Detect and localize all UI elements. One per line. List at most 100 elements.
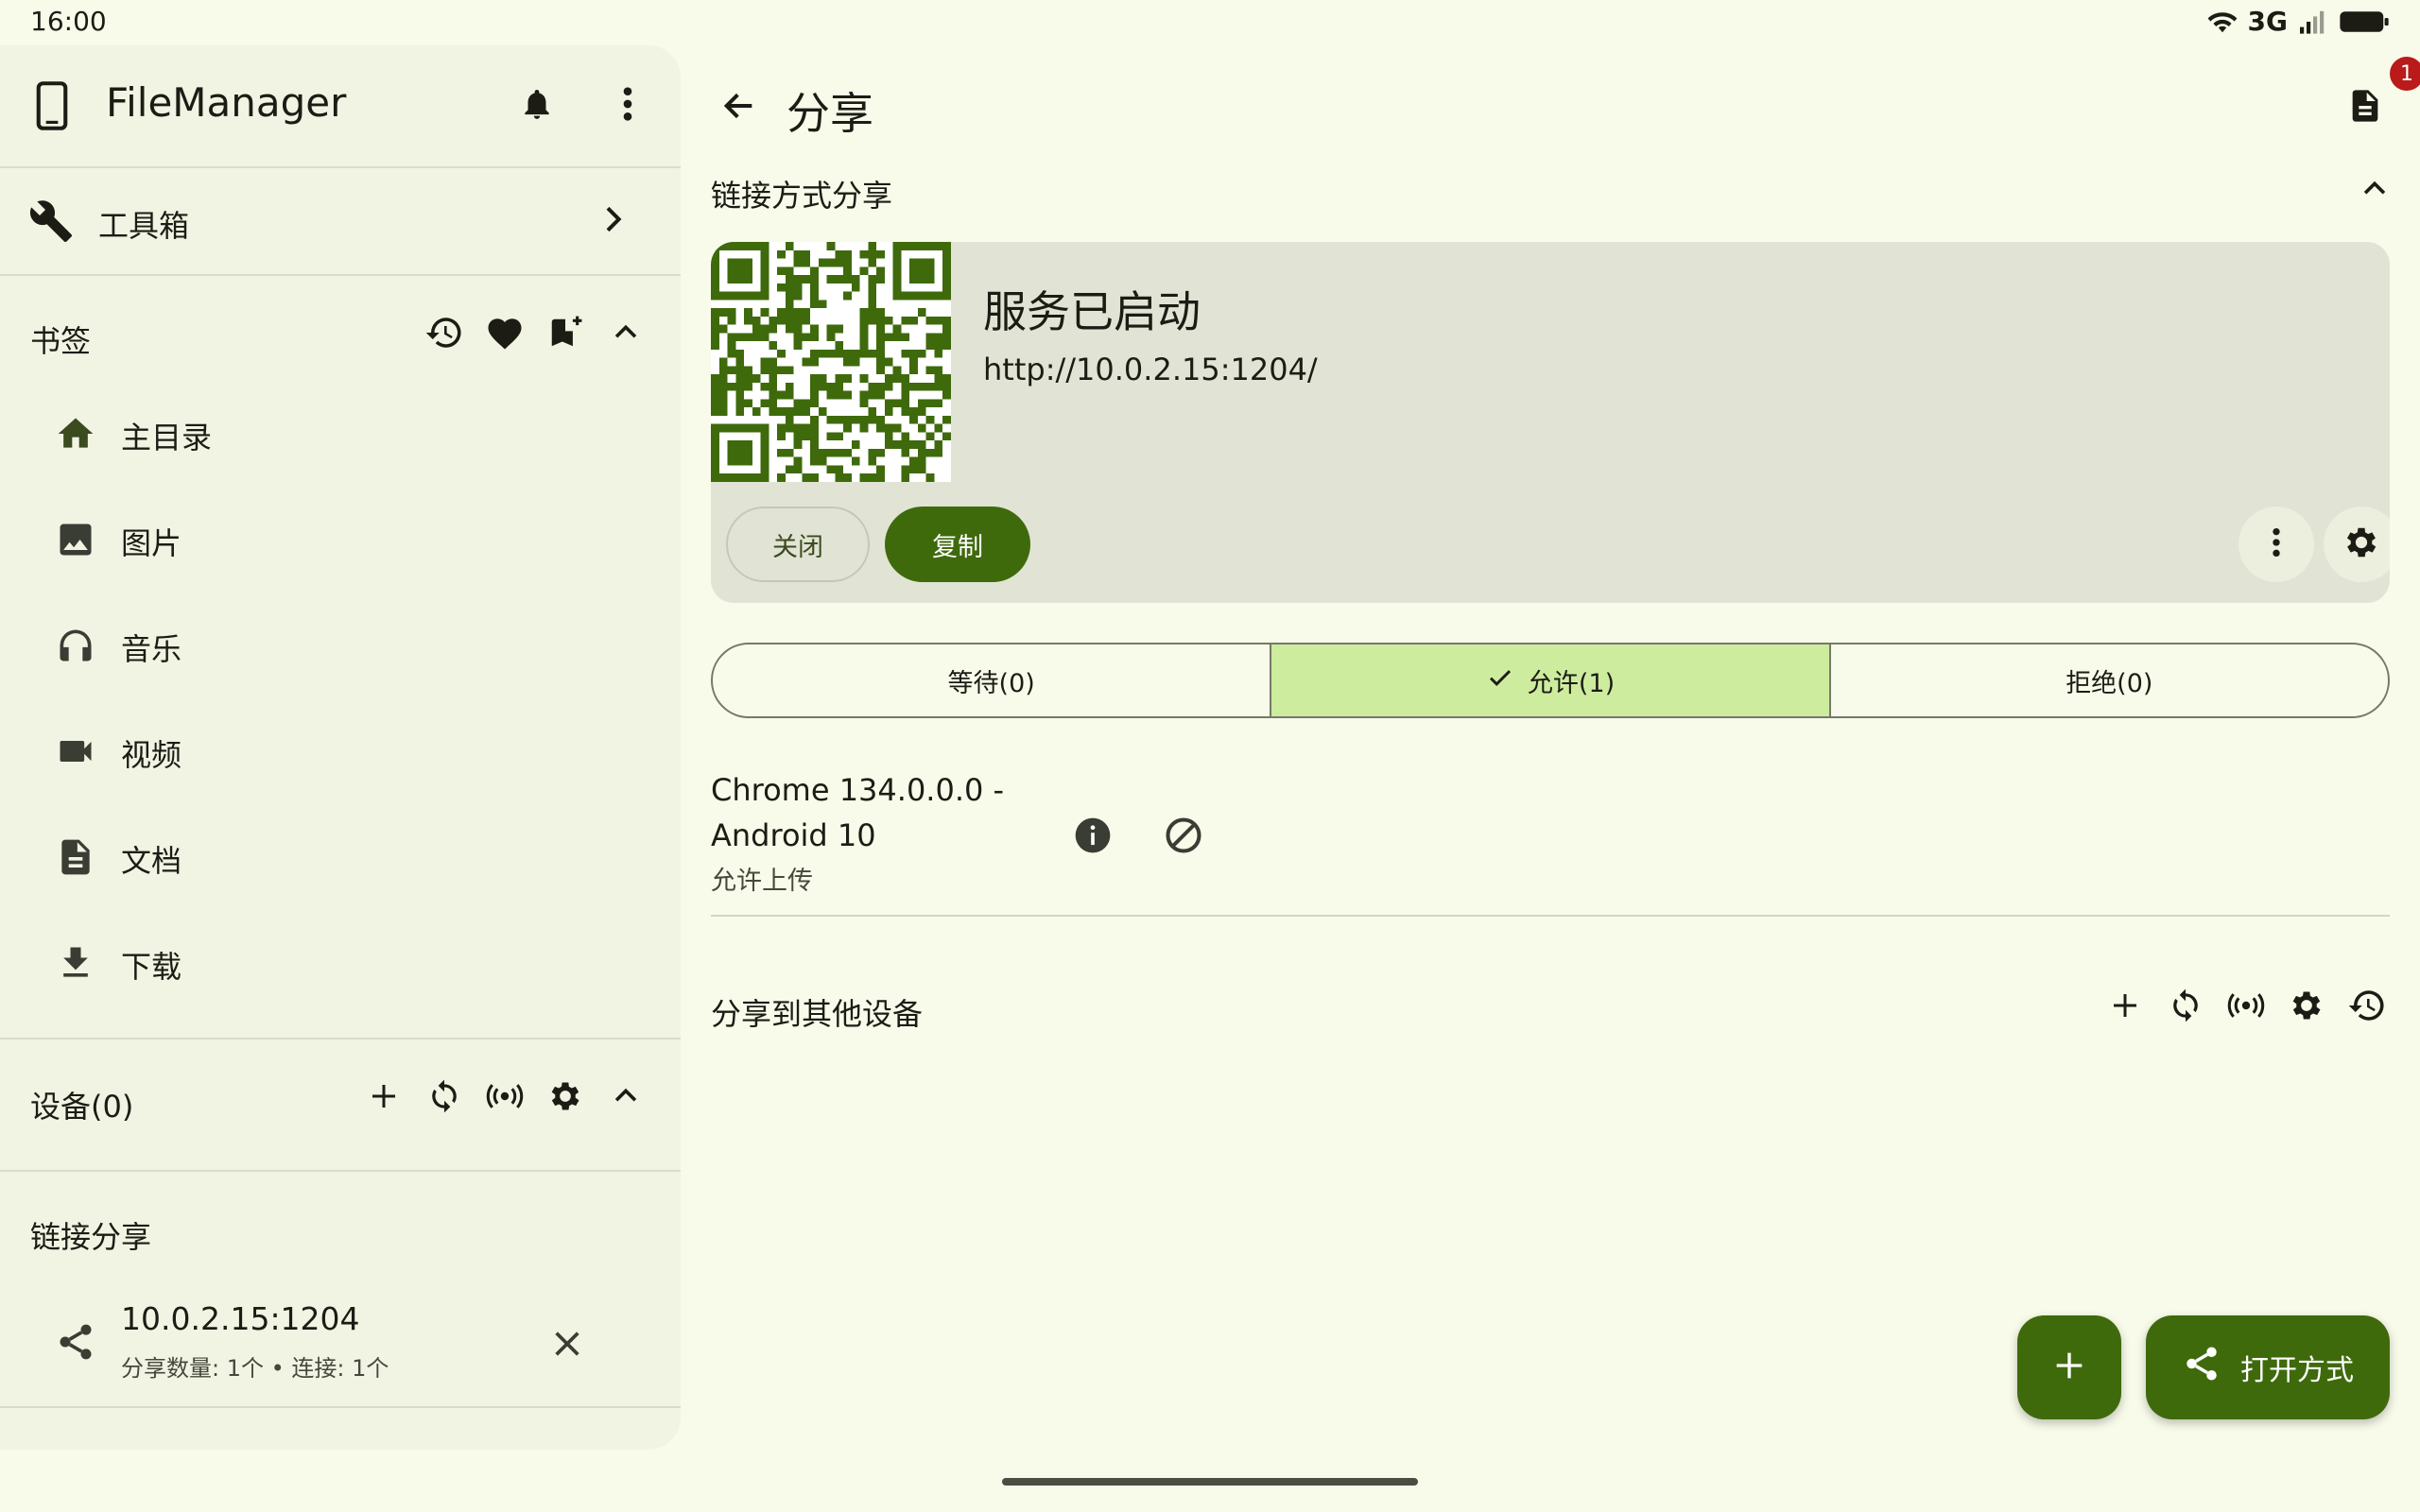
add-bookmark-button[interactable] — [537, 306, 594, 363]
share-status-card: 服务已启动 http://10.0.2.15:1204/ 关闭 复制 — [711, 242, 2390, 603]
broadcast-button[interactable] — [2218, 979, 2274, 1036]
close-service-button[interactable]: 关闭 — [726, 507, 870, 582]
notifications-button[interactable] — [509, 77, 565, 134]
download-icon — [55, 942, 96, 988]
card-more-button[interactable] — [2238, 507, 2314, 582]
devices-title: 设备(0) — [30, 1089, 134, 1125]
stop-link-share-button[interactable] — [539, 1317, 596, 1374]
more-vert-icon — [2272, 526, 2281, 562]
share-icon — [55, 1321, 96, 1366]
close-icon — [551, 1328, 583, 1364]
toolbox-row[interactable]: 工具箱 — [0, 168, 681, 274]
fab-label: 打开方式 — [2240, 1354, 2354, 1387]
tab-label: 拒绝(0) — [2066, 668, 2153, 698]
plus-icon — [367, 1079, 401, 1117]
bookmarks-actions — [416, 306, 654, 363]
bell-icon — [519, 84, 555, 128]
link-share-title: 链接分享 — [30, 1219, 152, 1255]
log-button[interactable] — [2337, 79, 2394, 136]
drawer-header: FileManager — [0, 45, 681, 166]
gesture-bar — [1002, 1478, 1418, 1486]
collapse-bookmarks-button[interactable] — [597, 306, 654, 363]
history-button[interactable] — [416, 306, 473, 363]
collapse-link-share-button[interactable] — [2346, 163, 2403, 219]
plus-icon — [2108, 988, 2142, 1026]
card-settings-button[interactable] — [2324, 507, 2390, 582]
gear-icon — [546, 1077, 584, 1119]
nav-item-label: 音乐 — [121, 631, 182, 667]
copy-url-button[interactable]: 复制 — [885, 507, 1030, 582]
nav-item-downloads[interactable]: 下载 — [23, 911, 658, 1015]
home-icon — [55, 413, 96, 458]
network-type: 3G — [2247, 6, 2288, 37]
device-settings-button[interactable] — [2278, 979, 2335, 1036]
nav-item-label: 下载 — [121, 949, 182, 985]
add-share-fab[interactable] — [2017, 1315, 2121, 1419]
history-icon — [2347, 986, 2387, 1029]
qr-code[interactable] — [711, 242, 951, 482]
tab-waiting[interactable]: 等待(0) — [713, 644, 1270, 716]
app-title: FileManager — [106, 79, 347, 126]
bookmark-add-icon — [547, 313, 583, 356]
favorites-button[interactable] — [476, 306, 533, 363]
back-button[interactable] — [711, 79, 768, 136]
divider — [0, 1170, 681, 1172]
broadcast-icon — [2226, 990, 2266, 1024]
share-url[interactable]: http://10.0.2.15:1204/ — [983, 352, 1318, 387]
device-settings-button[interactable] — [537, 1070, 594, 1126]
navigation-drawer: FileManager 工具箱 书签 主目录 图片 音乐 视频 文档 下载 设备… — [0, 45, 681, 1450]
divider — [711, 915, 2390, 917]
chevron-up-icon — [610, 1080, 642, 1116]
nav-item-label: 主目录 — [121, 420, 213, 455]
divider — [0, 1406, 681, 1408]
more-vert-icon — [622, 85, 633, 127]
share-page: 分享 1 链接方式分享 服务已启动 http://10.0.2.15:1204/… — [681, 45, 2420, 1450]
nav-item-images[interactable]: 图片 — [23, 488, 658, 592]
tab-rejected[interactable]: 拒绝(0) — [1828, 644, 2388, 716]
history-button[interactable] — [2339, 979, 2395, 1036]
collapse-devices-button[interactable] — [597, 1070, 654, 1126]
wrench-icon — [28, 198, 74, 248]
sync-icon — [2168, 988, 2204, 1027]
more-options-button[interactable] — [599, 77, 656, 134]
client-info-button[interactable] — [1064, 809, 1121, 866]
status-icons: 3G — [2206, 6, 2390, 37]
tab-label: 等待(0) — [947, 668, 1035, 698]
broadcast-button[interactable] — [476, 1070, 533, 1126]
bookmarks-title: 书签 — [30, 323, 92, 359]
block-icon — [1163, 815, 1204, 860]
notification-badge: 1 — [2390, 57, 2420, 91]
headphones-icon — [55, 625, 96, 670]
connection-filter-tabs: 等待(0) 允许(1) 拒绝(0) — [711, 643, 2390, 718]
nav-item-documents[interactable]: 文档 — [23, 805, 658, 909]
video-icon — [55, 730, 96, 776]
link-detail: 分享数量: 1个 • 连接: 1个 — [121, 1355, 389, 1382]
wifi-icon — [2206, 9, 2238, 35]
nav-item-videos[interactable]: 视频 — [23, 699, 658, 803]
nav-item-music[interactable]: 音乐 — [23, 593, 658, 697]
battery-icon — [2339, 9, 2390, 35]
add-device-button[interactable] — [2097, 979, 2153, 1036]
refresh-devices-button[interactable] — [2157, 979, 2214, 1036]
nav-item-label: 图片 — [121, 525, 182, 561]
nav-item-label: 文档 — [121, 843, 182, 879]
open-with-fab[interactable]: 打开方式 — [2146, 1315, 2390, 1419]
page-title: 分享 — [786, 88, 873, 139]
chevron-up-icon — [2359, 173, 2391, 209]
history-icon — [424, 313, 464, 356]
check-icon — [1486, 663, 1514, 698]
tab-allowed[interactable]: 允许(1) — [1270, 644, 1829, 716]
toolbox-label: 工具箱 — [98, 208, 190, 244]
divider — [0, 1038, 681, 1040]
phone-icon — [34, 81, 70, 134]
nav-item-home[interactable]: 主目录 — [23, 382, 658, 486]
add-device-button[interactable] — [355, 1070, 412, 1126]
refresh-devices-button[interactable] — [416, 1070, 473, 1126]
arrow-back-icon — [720, 87, 758, 129]
sync-icon — [426, 1078, 462, 1118]
chevron-up-icon — [610, 317, 642, 352]
client-block-button[interactable] — [1155, 809, 1212, 866]
link-share-item[interactable]: 10.0.2.15:1204 分享数量: 1个 • 连接: 1个 — [0, 1280, 681, 1412]
nav-item-label: 视频 — [121, 737, 182, 773]
share-icon — [2182, 1344, 2221, 1391]
